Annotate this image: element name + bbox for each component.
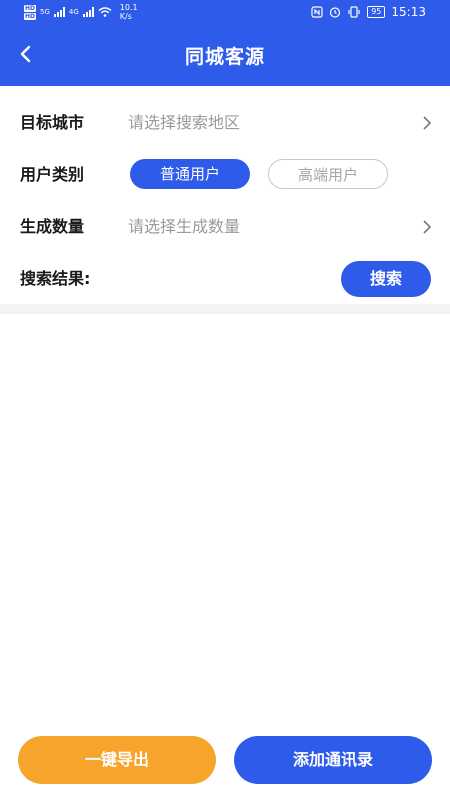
target-city-label: 目标城市 bbox=[20, 113, 85, 132]
nfc-icon bbox=[311, 6, 323, 18]
user-type-option-premium[interactable]: 高端用户 bbox=[268, 159, 388, 189]
export-all-button[interactable]: 一键导出 bbox=[18, 736, 216, 784]
clock: 15:13 bbox=[391, 5, 426, 19]
section-divider bbox=[0, 304, 450, 314]
signal-icon bbox=[53, 7, 65, 17]
search-button[interactable]: 搜索 bbox=[341, 261, 431, 297]
add-to-contacts-button[interactable]: 添加通讯录 bbox=[234, 736, 432, 784]
network-speed: 10.1 K/s bbox=[120, 3, 138, 21]
target-city-row[interactable]: 目标城市 请选择搜索地区 bbox=[0, 99, 450, 147]
user-type-label: 用户类别 bbox=[20, 165, 85, 184]
chevron-right-icon bbox=[423, 220, 432, 234]
count-picker[interactable]: 请选择生成数量 bbox=[128, 203, 240, 251]
alarm-icon bbox=[330, 7, 341, 18]
search-result-label: 搜索结果: bbox=[20, 269, 91, 288]
page-title: 同城客源 bbox=[184, 46, 265, 68]
user-type-option-normal[interactable]: 普通用户 bbox=[130, 159, 250, 189]
hd-badge: HD bbox=[24, 4, 37, 12]
hd-badges: HD HD bbox=[24, 4, 37, 20]
network-speed-value: 10.1 bbox=[119, 3, 138, 12]
count-row[interactable]: 生成数量 请选择生成数量 bbox=[0, 203, 450, 251]
target-city-picker[interactable]: 请选择搜索地区 bbox=[128, 99, 240, 147]
vibrate-icon bbox=[348, 6, 360, 18]
app-header: 同城客源 bbox=[0, 26, 450, 86]
network-type-label: 5G bbox=[40, 8, 50, 16]
network-type-label: 4G bbox=[68, 8, 79, 16]
search-result-row: 搜索结果: 搜索 bbox=[0, 255, 450, 303]
status-left: HD HD 5G 4G 10.1 K/s bbox=[24, 3, 138, 21]
status-bar: HD HD 5G 4G 10.1 K/s 95 15:13 bbox=[0, 0, 450, 26]
count-label: 生成数量 bbox=[20, 217, 85, 236]
chevron-right-icon bbox=[423, 116, 432, 130]
hd-badge: HD bbox=[24, 12, 37, 20]
search-form: 目标城市 请选择搜索地区 用户类别 普通用户 高端用户 生成数量 请选择生成数量… bbox=[0, 86, 450, 312]
network-speed-unit: K/s bbox=[119, 12, 132, 21]
signal-icon bbox=[82, 7, 94, 17]
wifi-icon bbox=[98, 7, 112, 17]
battery-icon: 95 bbox=[367, 6, 386, 18]
status-right: 95 15:13 bbox=[311, 5, 426, 19]
user-type-row: 用户类别 普通用户 高端用户 bbox=[0, 151, 450, 199]
